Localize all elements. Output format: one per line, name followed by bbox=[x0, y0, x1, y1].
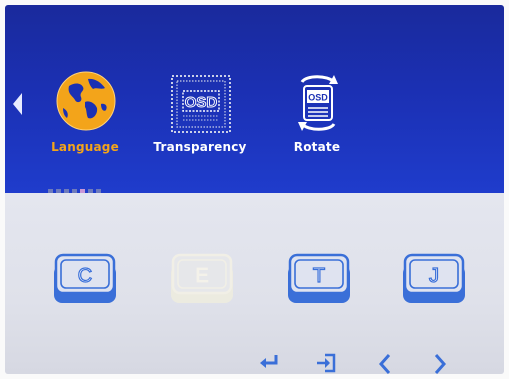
enter-icon[interactable] bbox=[258, 353, 280, 371]
svg-text:OSD: OSD bbox=[308, 93, 328, 103]
osd-screen: Language OSD Transparency OSD Rotate C E… bbox=[5, 5, 504, 374]
key-letter: T bbox=[313, 265, 325, 287]
menu-item-label: Transparency bbox=[153, 140, 247, 154]
language-key-e: E bbox=[169, 253, 235, 305]
menu-item-language[interactable]: Language bbox=[45, 70, 125, 160]
menu-item-label: Rotate bbox=[293, 140, 341, 154]
key-letter: E bbox=[195, 265, 208, 287]
scroll-left-icon[interactable] bbox=[13, 93, 22, 115]
globe-icon bbox=[56, 71, 116, 131]
menu-item-transparency[interactable]: OSD Transparency bbox=[150, 70, 250, 160]
language-key-c[interactable]: C bbox=[52, 253, 118, 305]
osd-rotate-icon: OSD bbox=[298, 75, 338, 131]
language-key-j[interactable]: J bbox=[401, 253, 467, 305]
left-icon[interactable] bbox=[377, 353, 393, 374]
page-indicator bbox=[48, 182, 104, 197]
menu-header: Language OSD Transparency OSD Rotate bbox=[5, 5, 504, 197]
right-icon[interactable] bbox=[432, 353, 448, 374]
svg-text:OSD: OSD bbox=[185, 94, 218, 111]
language-key-t[interactable]: T bbox=[286, 253, 352, 305]
osd-transparency-icon: OSD bbox=[171, 75, 231, 133]
key-letter: J bbox=[429, 265, 439, 287]
exit-icon[interactable] bbox=[315, 353, 337, 373]
menu-item-label: Language bbox=[51, 140, 119, 154]
key-letter: C bbox=[78, 265, 92, 287]
menu-item-rotate[interactable]: OSD Rotate bbox=[282, 70, 352, 160]
